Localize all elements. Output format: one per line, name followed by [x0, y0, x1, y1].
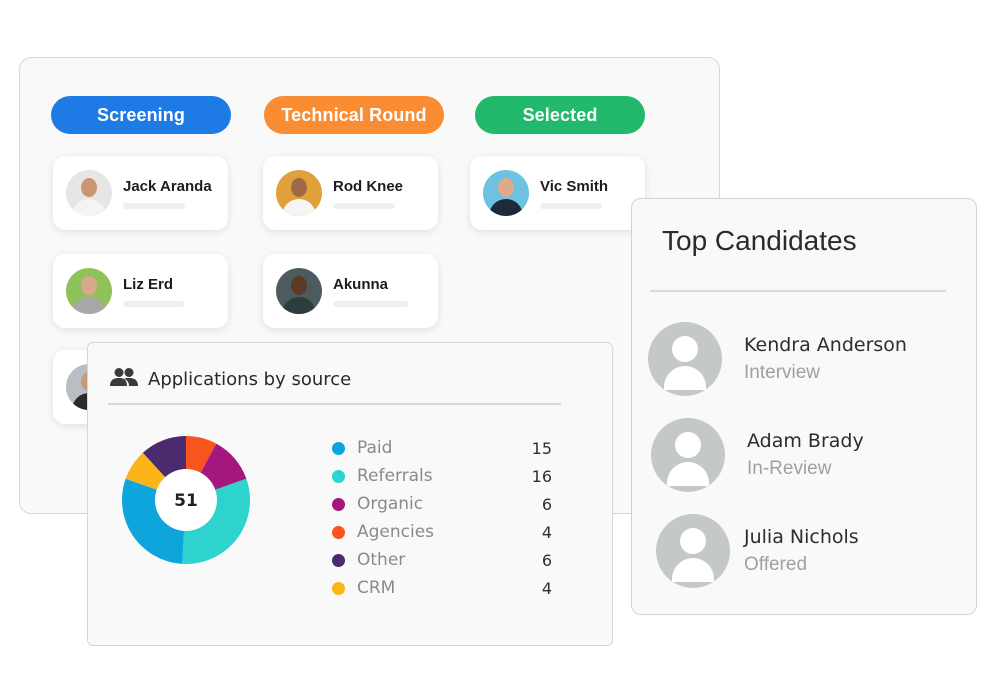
legend-label: Paid [357, 438, 393, 458]
candidate-name: Rod Knee [333, 177, 404, 195]
legend-value: 16 [531, 466, 552, 486]
placeholder-bar [123, 300, 185, 307]
candidate-name: Jack Aranda [123, 177, 212, 195]
legend-value: 15 [531, 438, 552, 458]
candidate-name: Akunna [333, 275, 389, 293]
legend-dot [332, 441, 345, 455]
candidate-card[interactable]: Vic Smith [470, 156, 645, 230]
legend-dot [332, 525, 345, 539]
candidate-name: Adam Brady [747, 430, 864, 452]
stage-technical-round[interactable]: Technical Round [264, 96, 444, 134]
legend-item-referrals[interactable]: Referrals 16 [332, 462, 552, 490]
legend-value: 4 [541, 578, 552, 598]
candidate-card[interactable]: Jack Aranda [53, 156, 228, 230]
candidate-status: In-Review [747, 458, 832, 479]
avatar-placeholder-icon [651, 418, 725, 492]
legend-dot [332, 469, 345, 483]
legend-dot [332, 553, 345, 567]
placeholder-bar [333, 202, 395, 209]
legend-label: Organic [357, 494, 424, 514]
candidate-name: Julia Nichols [744, 526, 859, 548]
avatar [276, 170, 322, 216]
legend-value: 4 [541, 522, 552, 542]
stage-label: Screening [97, 104, 185, 125]
candidate-card[interactable]: Akunna [263, 254, 438, 328]
stage-label: Technical Round [281, 104, 427, 125]
legend-value: 6 [541, 494, 552, 514]
top-candidate-item[interactable]: Adam Brady In-Review [651, 418, 864, 492]
people-icon [110, 367, 138, 392]
candidate-name: Vic Smith [540, 177, 609, 195]
top-candidate-item[interactable]: Kendra Anderson Interview [648, 322, 907, 396]
avatar-placeholder-icon [648, 322, 722, 396]
avatar [66, 170, 112, 216]
divider [108, 403, 561, 405]
stage-selected[interactable]: Selected [475, 96, 645, 134]
legend-item-crm[interactable]: CRM 4 [332, 574, 552, 602]
legend-label: Agencies [357, 522, 435, 542]
placeholder-bar [540, 202, 602, 209]
stage-label: Selected [522, 104, 598, 125]
candidate-card[interactable]: Liz Erd [53, 254, 228, 328]
placeholder-bar [123, 202, 185, 209]
avatar [66, 268, 112, 314]
legend-dot [332, 581, 345, 595]
legend-value: 6 [541, 550, 552, 570]
candidate-name: Liz Erd [123, 275, 174, 293]
candidate-status: Offered [744, 554, 808, 575]
legend-label: Referrals [357, 466, 433, 486]
panel-title: Top Candidates [662, 225, 857, 256]
legend-label: Other [357, 550, 406, 570]
legend-label: CRM [357, 578, 396, 598]
avatar-placeholder-icon [656, 514, 730, 588]
legend-item-other[interactable]: Other 6 [332, 546, 552, 574]
avatar [276, 268, 322, 314]
panel-title: Applications by source [148, 369, 352, 390]
donut-center-label: 51 [174, 491, 198, 511]
top-candidate-item[interactable]: Julia Nichols Offered [656, 514, 859, 588]
applications-by-source-panel: Applications by source 51 Paid 15 Referral… [87, 342, 613, 646]
divider [650, 290, 946, 292]
placeholder-bar [333, 300, 409, 307]
top-candidates-panel: Top Candidates Kendra Anderson Interview… [631, 198, 977, 615]
candidate-status: Interview [744, 362, 821, 383]
legend-item-organic[interactable]: Organic 6 [332, 490, 552, 518]
legend-dot [332, 497, 345, 511]
chart-legend: Paid 15 Referrals 16 Organic 6 Agencies 4 Other 6… [332, 434, 552, 602]
legend-item-agencies[interactable]: Agencies 4 [332, 518, 552, 546]
stage-screening[interactable]: Screening [51, 96, 231, 134]
candidate-card[interactable]: Rod Knee [263, 156, 438, 230]
candidate-name: Kendra Anderson [744, 334, 907, 356]
legend-item-paid[interactable]: Paid 15 [332, 434, 552, 462]
donut-chart: 51 [122, 436, 250, 564]
avatar [483, 170, 529, 216]
